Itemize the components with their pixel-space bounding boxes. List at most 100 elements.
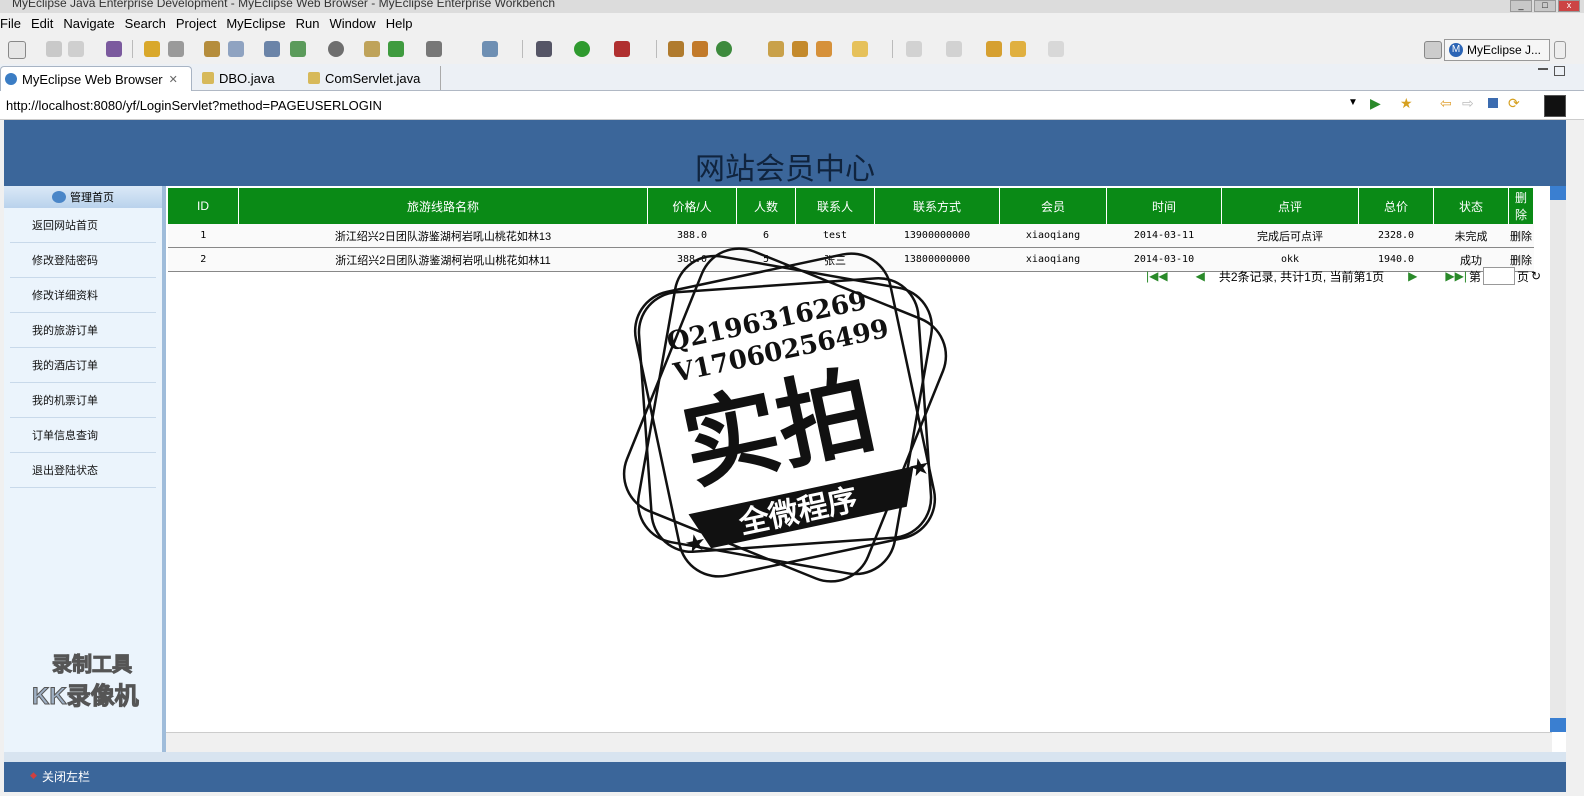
sidebar-item-change-password[interactable]: 修改登陆密码: [10, 243, 156, 278]
forward-icon[interactable]: [1048, 41, 1064, 57]
page-number-input[interactable]: [1483, 267, 1515, 285]
menu-project[interactable]: Project: [176, 16, 216, 31]
close-tab-icon[interactable]: ✕: [169, 73, 178, 86]
cell-id: 1: [168, 224, 239, 248]
tab-dbo-java[interactable]: DBO.java: [198, 66, 294, 90]
folder-icon[interactable]: [852, 41, 868, 57]
menu-help[interactable]: Help: [386, 16, 413, 31]
server-icon[interactable]: [168, 41, 184, 57]
menu-file[interactable]: File: [0, 16, 21, 31]
perspective-overflow-icon[interactable]: [1554, 41, 1566, 59]
sidebar-item-hotel-orders[interactable]: 我的酒店订单: [10, 348, 156, 383]
refresh-icon[interactable]: ⟳: [1508, 95, 1520, 112]
col-delete: 删除: [1508, 188, 1534, 224]
cell-route: 浙江绍兴2日团队游鉴湖柯岩吼山桃花如林13: [238, 224, 648, 248]
open-folder-icon[interactable]: [364, 41, 380, 57]
prev-page-icon[interactable]: ◀: [1196, 269, 1205, 283]
window-title-bar: MyEclipse Java Enterprise Development - …: [0, 0, 1584, 13]
vertical-scrollbar[interactable]: [1550, 186, 1566, 732]
open-resource-icon[interactable]: [816, 41, 832, 57]
recorder-watermark: 录制工具 KK录像机: [30, 648, 170, 711]
back-icon[interactable]: [1010, 41, 1026, 57]
run-icon[interactable]: [574, 41, 590, 57]
perspective-label: MyEclipse J...: [1467, 43, 1542, 57]
go-icon[interactable]: ▶: [1370, 95, 1381, 112]
minimize-view-icon[interactable]: [1538, 68, 1548, 70]
back-nav-icon[interactable]: ⇦: [1440, 95, 1452, 112]
close-left-panel-link[interactable]: 关闭左栏: [42, 768, 90, 785]
external-tools-icon[interactable]: [614, 41, 630, 57]
menu-run[interactable]: Run: [296, 16, 320, 31]
globe-icon[interactable]: [328, 41, 344, 57]
cell-review-link[interactable]: 完成后可点评: [1221, 224, 1359, 248]
next-page-icon[interactable]: ▶: [1408, 269, 1417, 283]
search-file-icon[interactable]: [228, 41, 244, 57]
scroll-down-arrow[interactable]: [1550, 718, 1566, 732]
new-web-project-icon[interactable]: [668, 41, 684, 57]
package-icon[interactable]: [106, 41, 122, 57]
sidebar-item-flight-orders[interactable]: 我的机票订单: [10, 383, 156, 418]
sidebar-item-tour-orders[interactable]: 我的旅游订单: [10, 313, 156, 348]
last-page-icon[interactable]: ▶▶|: [1445, 269, 1467, 283]
sidebar-item-edit-profile[interactable]: 修改详细资料: [10, 278, 156, 313]
maximize-button[interactable]: □: [1534, 0, 1556, 12]
new-package-icon[interactable]: [692, 41, 708, 57]
tab-web-browser[interactable]: MyEclipse Web Browser ✕: [0, 66, 192, 91]
java-file-icon: [202, 72, 214, 84]
save-icon[interactable]: [46, 41, 62, 57]
col-count: 人数: [736, 188, 796, 224]
col-contact: 联系人: [795, 188, 875, 224]
bug-debug-icon[interactable]: [536, 41, 552, 57]
recorder-line2: KK录像机: [32, 683, 140, 711]
last-edit-icon[interactable]: [986, 41, 1002, 57]
monitor-icon[interactable]: [426, 41, 442, 57]
menu-search[interactable]: Search: [125, 16, 166, 31]
forward-nav-icon[interactable]: ⇨: [1462, 95, 1474, 112]
url-dropdown-icon[interactable]: ▼: [1348, 97, 1358, 108]
cell-route: 浙江绍兴2日团队游鉴湖柯岩吼山桃花如林11: [238, 247, 648, 272]
browser-url-bar: ▼ ▶ ★ ⇦ ⇨ ⟳: [0, 91, 1584, 120]
arrow-icon: ◆: [30, 770, 37, 780]
cell-status: 未完成: [1433, 224, 1509, 248]
menu-edit[interactable]: Edit: [31, 16, 53, 31]
tab-label: DBO.java: [219, 70, 275, 86]
url-input[interactable]: [4, 95, 1364, 115]
favorites-icon[interactable]: ★: [1400, 95, 1413, 112]
delete-link[interactable]: 删除: [1508, 224, 1534, 248]
col-total: 总价: [1358, 188, 1434, 224]
stop-icon[interactable]: [1488, 98, 1498, 108]
go-page-icon[interactable]: ↻: [1531, 269, 1541, 283]
sidebar-item-home[interactable]: 返回网站首页: [10, 208, 156, 243]
pencil-icon[interactable]: [204, 41, 220, 57]
tab-comservlet-java[interactable]: ComServlet.java: [304, 66, 441, 90]
scroll-up-arrow[interactable]: [1550, 186, 1566, 200]
page-footer: ◆ 关闭左栏: [4, 752, 1566, 792]
deploy-icon[interactable]: [264, 41, 280, 57]
refresh-server-icon[interactable]: [388, 41, 404, 57]
debug-config-icon[interactable]: [144, 41, 160, 57]
maximize-view-icon[interactable]: [1554, 66, 1565, 76]
horizontal-scrollbar[interactable]: [166, 732, 1552, 753]
save-all-icon[interactable]: [68, 41, 84, 57]
minimize-button[interactable]: _: [1510, 0, 1532, 12]
export-icon[interactable]: [290, 41, 306, 57]
open-task-icon[interactable]: [792, 41, 808, 57]
open-type-icon[interactable]: [768, 41, 784, 57]
new-class-icon[interactable]: [482, 41, 498, 57]
sidebar-head-label: 管理首页: [70, 192, 114, 204]
menu-myeclipse[interactable]: MyEclipse: [226, 16, 285, 31]
main-toolbar: M MyEclipse J...: [0, 34, 1584, 65]
new-icon[interactable]: [8, 41, 26, 59]
prev-annotation-icon[interactable]: [946, 41, 962, 57]
first-page-icon[interactable]: |◀◀: [1146, 269, 1168, 283]
menu-window[interactable]: Window: [329, 16, 375, 31]
sidebar-head[interactable]: 管理首页: [4, 186, 162, 208]
perspective-button[interactable]: M MyEclipse J...: [1444, 39, 1550, 61]
menu-navigate[interactable]: Navigate: [63, 16, 114, 31]
next-annotation-icon[interactable]: [906, 41, 922, 57]
sidebar-item-order-query[interactable]: 订单信息查询: [10, 418, 156, 453]
close-window-button[interactable]: x: [1558, 0, 1580, 12]
sidebar-item-logout[interactable]: 退出登陆状态: [10, 453, 156, 488]
open-perspective-icon[interactable]: [1424, 41, 1442, 59]
new-servlet-icon[interactable]: [716, 41, 732, 57]
